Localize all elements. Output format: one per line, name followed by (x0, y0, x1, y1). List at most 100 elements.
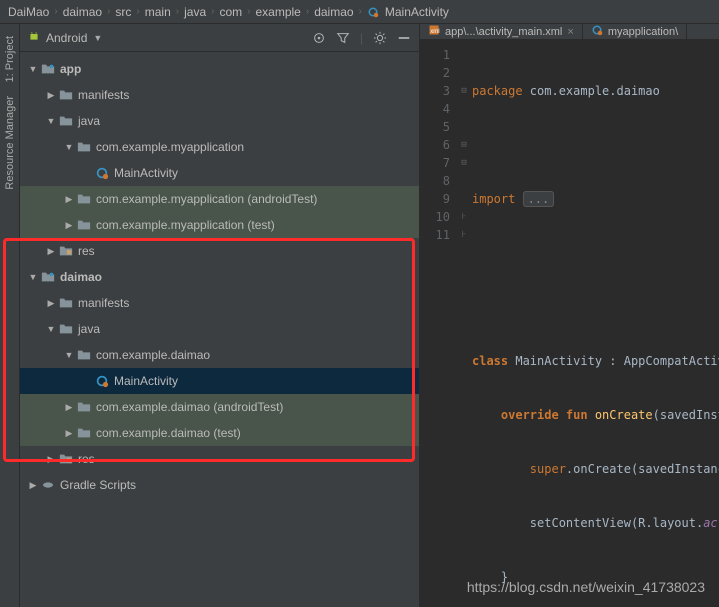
gradle-icon (40, 477, 56, 493)
editor-tabs: app\...\activity_main.xml × myapplicatio… (420, 24, 719, 40)
tree-row[interactable]: Gradle Scripts (20, 472, 419, 498)
tool-strip-left: 1: Project Resource Manager (0, 24, 20, 607)
kclass-icon (94, 373, 110, 389)
watermark: https://blog.csdn.net/weixin_41738023 (467, 579, 705, 595)
resfolder-icon (58, 243, 74, 259)
code-area[interactable]: package com.example.daimao import ... cl… (472, 46, 719, 607)
project-tree[interactable]: app manifests java com.example.myapplicatio… (20, 52, 419, 607)
project-panel-header: Android ▼ | (20, 24, 419, 52)
tree-row[interactable]: res (20, 238, 419, 264)
tab-label: app\...\activity_main.xml (445, 26, 562, 38)
folder-icon (76, 139, 92, 155)
scroll-from-source-icon[interactable] (312, 31, 326, 45)
tree-row[interactable]: manifests (20, 290, 419, 316)
chevron-right-icon[interactable] (44, 90, 58, 101)
xml-icon (428, 24, 440, 39)
line-number-gutter: 1234567891011 (420, 46, 456, 607)
tree-label: java (78, 114, 100, 128)
module-icon (40, 61, 56, 77)
chevron-right-icon[interactable] (62, 428, 76, 439)
breadcrumb-item[interactable]: DaiMao (8, 5, 49, 19)
tool-resource-manager[interactable]: Resource Manager (3, 92, 17, 194)
tree-row[interactable]: java (20, 108, 419, 134)
breadcrumb-item[interactable]: example (255, 5, 300, 19)
chevron-down-icon[interactable] (26, 272, 40, 282)
tree-row[interactable]: MainActivity (20, 368, 419, 394)
hide-icon[interactable] (397, 31, 411, 45)
tree-row[interactable]: com.example.myapplication (androidTest) (20, 186, 419, 212)
tree-row[interactable]: manifests (20, 82, 419, 108)
breadcrumb-item[interactable]: src (115, 5, 131, 19)
tree-label: com.example.myapplication (androidTest) (96, 192, 317, 206)
breadcrumb-item[interactable]: com (219, 5, 242, 19)
folder-icon (76, 191, 92, 207)
tree-label: com.example.daimao (96, 348, 210, 362)
tree-row[interactable]: res (20, 446, 419, 472)
chevron-down-icon[interactable] (62, 350, 76, 360)
close-icon[interactable]: × (567, 26, 573, 38)
tree-label: res (78, 244, 95, 258)
android-icon (28, 30, 40, 45)
module-icon (40, 269, 56, 285)
folder-icon (76, 399, 92, 415)
folder-icon (58, 113, 74, 129)
breadcrumb-item[interactable]: daimao (314, 5, 353, 19)
tree-row[interactable]: com.example.myapplication (test) (20, 212, 419, 238)
folder-icon (58, 295, 74, 311)
folder-icon (76, 347, 92, 363)
editor-tab[interactable]: myapplication\ (583, 24, 687, 39)
kclass-icon (94, 165, 110, 181)
tree-row[interactable]: com.example.daimao (test) (20, 420, 419, 446)
resfolder-icon (58, 451, 74, 467)
breadcrumb-item[interactable]: main (145, 5, 171, 19)
gear-icon[interactable] (373, 31, 387, 45)
tree-row[interactable]: app (20, 56, 419, 82)
tree-row[interactable]: com.example.daimao (20, 342, 419, 368)
chevron-down-icon[interactable] (26, 64, 40, 74)
tree-label: MainActivity (114, 374, 178, 388)
tab-label: myapplication\ (608, 26, 678, 38)
tree-row[interactable]: daimao (20, 264, 419, 290)
fold-gutter[interactable]: ⊟ ⊟⊟⊦⊦ (456, 46, 472, 607)
breadcrumb-item-current[interactable]: MainActivity (385, 5, 449, 19)
tree-row[interactable]: MainActivity (20, 160, 419, 186)
tree-label: daimao (60, 270, 102, 284)
tree-row[interactable]: com.example.daimao (androidTest) (20, 394, 419, 420)
editor-tab[interactable]: app\...\activity_main.xml × (420, 24, 583, 39)
project-panel: Android ▼ | app manifests java com.example.… (20, 24, 420, 607)
panel-title[interactable]: Android (46, 31, 87, 45)
tree-row[interactable]: java (20, 316, 419, 342)
chevron-right-icon[interactable] (62, 194, 76, 205)
chevron-right-icon[interactable] (44, 454, 58, 465)
kotlin-class-icon (591, 24, 603, 39)
chevron-right-icon[interactable] (44, 246, 58, 257)
folder-icon (76, 217, 92, 233)
chevron-down-icon[interactable] (62, 142, 76, 152)
tree-label: Gradle Scripts (60, 478, 136, 492)
folder-icon (58, 321, 74, 337)
tool-project[interactable]: 1: Project (3, 32, 17, 86)
tree-label: manifests (78, 296, 129, 310)
breadcrumb-item[interactable]: daimao (63, 5, 102, 19)
folder-icon (58, 87, 74, 103)
tree-label: java (78, 322, 100, 336)
tree-label: com.example.myapplication (96, 140, 244, 154)
breadcrumb-item[interactable]: java (184, 5, 206, 19)
chevron-down-icon[interactable] (44, 116, 58, 126)
chevron-right-icon[interactable] (26, 480, 40, 491)
tree-label: app (60, 62, 81, 76)
tree-label: com.example.myapplication (test) (96, 218, 275, 232)
dropdown-icon[interactable]: ▼ (93, 33, 102, 43)
tree-label: MainActivity (114, 166, 178, 180)
chevron-down-icon[interactable] (44, 324, 58, 334)
tree-row[interactable]: com.example.myapplication (20, 134, 419, 160)
breadcrumb: DaiMao› daimao› src› main› java› com› ex… (0, 0, 719, 24)
filter-icon[interactable] (336, 31, 350, 45)
tree-label: com.example.daimao (test) (96, 426, 241, 440)
tree-label: res (78, 452, 95, 466)
chevron-right-icon[interactable] (62, 220, 76, 231)
chevron-right-icon[interactable] (62, 402, 76, 413)
editor: app\...\activity_main.xml × myapplicatio… (420, 24, 719, 607)
chevron-right-icon[interactable] (44, 298, 58, 309)
editor-body[interactable]: 1234567891011 ⊟ ⊟⊟⊦⊦ package com.example… (420, 40, 719, 607)
